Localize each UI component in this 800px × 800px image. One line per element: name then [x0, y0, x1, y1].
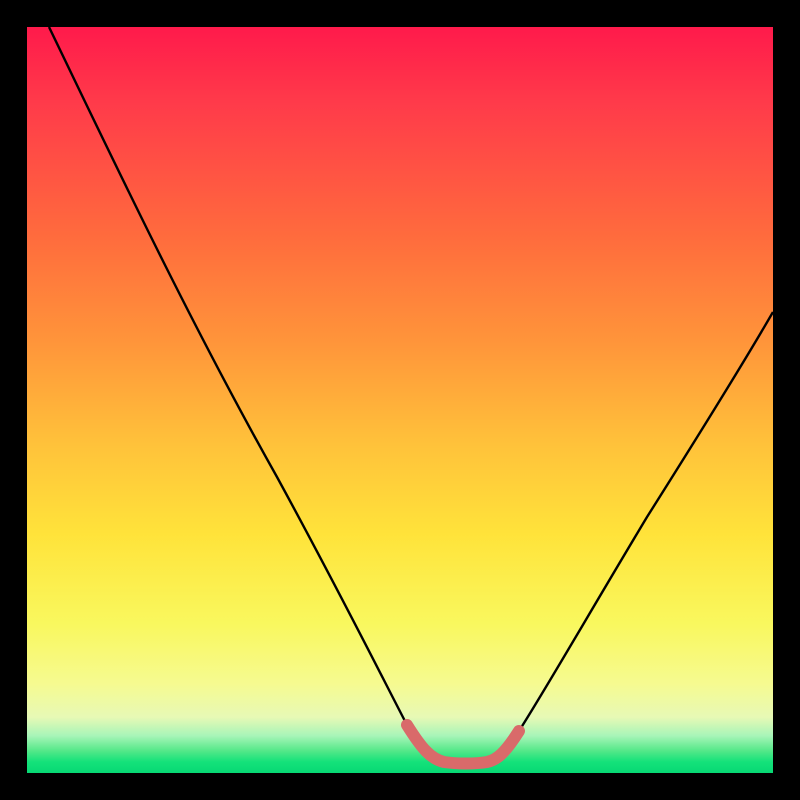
- bottleneck-curve: [49, 27, 773, 764]
- plot-area: [27, 27, 773, 773]
- chart-frame: TheBottleneck.com: [0, 0, 800, 800]
- curve-layer: [27, 27, 773, 773]
- optimal-range-marker: [407, 725, 519, 764]
